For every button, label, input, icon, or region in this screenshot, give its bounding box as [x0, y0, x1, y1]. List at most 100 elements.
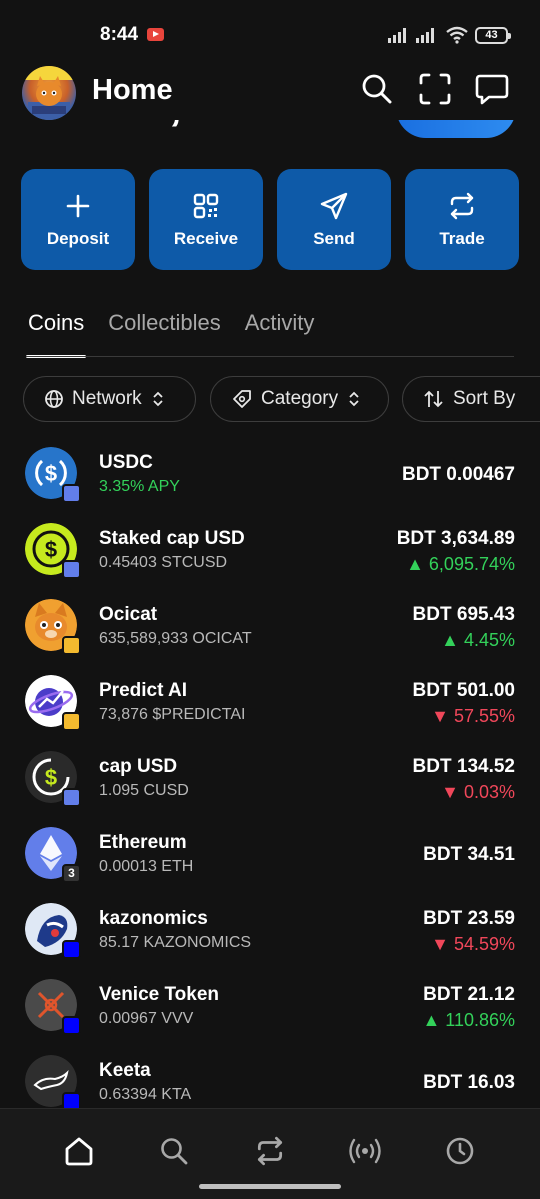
nav-swap[interactable]	[246, 1131, 294, 1171]
nav-search[interactable]	[150, 1131, 198, 1171]
coin-apy: 3.35% APY	[99, 478, 180, 495]
profile-avatar[interactable]	[22, 66, 76, 120]
plus-icon	[66, 194, 90, 217]
coin-row-usdc[interactable]: $ USDC 3.35% APY BDT 0.00467	[0, 436, 540, 512]
base-badge	[62, 940, 81, 959]
coin-value: BDT 16.03	[423, 1072, 515, 1093]
coin-name: Staked cap USD	[99, 528, 245, 549]
coin-amount: 85.17 KAZONOMICS	[99, 934, 252, 951]
coin-amount: 0.00967 VVV	[99, 1010, 194, 1027]
triangle-down-icon: ▼	[431, 934, 454, 954]
globe-icon	[45, 390, 63, 408]
coin-change-value: 54.59%	[453, 934, 515, 954]
coin-row-ocicat[interactable]: Ocicat 635,589,933 OCICAT BDT 695.43 ▲ 4…	[0, 588, 540, 664]
deposit-label: Deposit	[46, 228, 110, 248]
coin-value: BDT 3,634.89	[396, 528, 515, 549]
coin-name: kazonomics	[99, 908, 208, 929]
page-title: Home	[92, 74, 173, 106]
status-time: 8:44	[100, 24, 139, 45]
ethereum-badge	[62, 484, 81, 503]
nav-history[interactable]	[436, 1131, 484, 1171]
coin-name: USDC	[99, 452, 153, 473]
coin-change-value: 6,095.74%	[428, 554, 515, 574]
home-indicator[interactable]	[199, 1184, 341, 1189]
coin-amount: 635,589,933 OCICAT	[99, 630, 252, 647]
bnb-badge	[62, 636, 81, 655]
coin-name: Predict AI	[99, 680, 187, 701]
chevron-updown-icon	[349, 391, 359, 407]
receive-label: Receive	[173, 228, 239, 248]
coin-amount: 0.63394 KTA	[99, 1086, 192, 1103]
send-button[interactable]: Send	[277, 169, 391, 270]
signal-icon-2	[416, 28, 434, 43]
tab-coins[interactable]: Coins	[25, 310, 87, 358]
coin-change-value: 110.86%	[445, 1010, 515, 1030]
tabs-divider	[26, 356, 514, 357]
coin-amount: 0.45403 STCUSD	[99, 554, 228, 571]
coin-value: BDT 695.43	[412, 604, 515, 625]
search-icon[interactable]	[360, 72, 394, 106]
tab-activity[interactable]: Activity	[245, 310, 315, 358]
coin-name: Keeta	[99, 1060, 151, 1081]
sort-by-filter-label: Sort By	[453, 388, 516, 409]
balance-peek: BDT 5,376.07	[20, 118, 343, 140]
coin-list: $ USDC 3.35% APY BDT 0.00467 $ Staked ca…	[0, 436, 540, 1108]
triangle-up-icon: ▲	[441, 630, 464, 650]
youtube-notification-icon	[147, 28, 164, 41]
tag-icon	[233, 390, 251, 408]
battery-indicator: 43	[475, 27, 511, 44]
coin-row-staked-cap-usd[interactable]: $ Staked cap USD 0.45403 STCUSD BDT 3,63…	[0, 512, 540, 588]
status-bar: 8:44 43	[0, 0, 540, 60]
broadcast-icon	[349, 1138, 381, 1164]
network-filter[interactable]: Network	[23, 376, 196, 422]
category-filter[interactable]: Category	[210, 376, 389, 422]
sort-by-filter[interactable]: Sort By	[402, 376, 540, 422]
action-buttons: Deposit Receive Send Trade	[21, 169, 519, 270]
coin-value: BDT 21.12	[423, 984, 515, 1005]
ethereum-badge	[62, 560, 81, 579]
buy-button-peek[interactable]	[396, 118, 516, 140]
coin-row-predict-ai[interactable]: Predict AI 73,876 $PREDICTAI BDT 501.00 …	[0, 664, 540, 740]
coin-row-keeta[interactable]: Keeta 0.63394 KTA BDT 16.03	[0, 1044, 540, 1108]
app-header: Home	[0, 62, 540, 120]
coin-change: ▲ 4.45%	[441, 630, 515, 651]
chain-count-badge: 3	[62, 864, 81, 883]
cat-avatar-icon	[22, 66, 76, 120]
search-icon	[161, 1138, 188, 1165]
swap-icon	[257, 1136, 283, 1166]
qr-code-icon	[193, 193, 219, 218]
category-filter-label: Category	[261, 388, 339, 409]
signal-icon	[388, 28, 406, 43]
coin-row-ethereum[interactable]: 3 Ethereum 0.00013 ETH BDT 34.51	[0, 816, 540, 892]
svg-text:$: $	[45, 537, 57, 562]
tab-collectibles[interactable]: Collectibles	[108, 310, 221, 358]
filter-bar: Network Category Sort By	[23, 376, 540, 423]
coin-name: cap USD	[99, 756, 178, 777]
trade-label: Trade	[439, 228, 485, 248]
chat-icon[interactable]	[475, 72, 509, 106]
nav-broadcast[interactable]	[341, 1131, 389, 1171]
send-label: Send	[313, 228, 355, 248]
receive-button[interactable]: Receive	[149, 169, 263, 270]
coin-amount: 1.095 CUSD	[99, 782, 189, 799]
home-icon	[65, 1137, 93, 1166]
coin-value: BDT 501.00	[412, 680, 515, 701]
history-icon	[446, 1137, 474, 1165]
triangle-down-icon: ▼	[441, 782, 464, 802]
nav-home[interactable]	[55, 1131, 103, 1171]
base-badge	[62, 1092, 81, 1108]
bnb-badge	[62, 712, 81, 731]
scan-icon[interactable]	[418, 72, 452, 106]
wifi-icon	[446, 26, 468, 44]
svg-text:$: $	[45, 461, 57, 486]
coin-row-cap-usd[interactable]: $ cap USD 1.095 CUSD BDT 134.52 ▼ 0.03%	[0, 740, 540, 816]
trade-button[interactable]: Trade	[405, 169, 519, 270]
coin-change: ▲ 6,095.74%	[406, 554, 515, 575]
base-badge	[62, 1016, 81, 1035]
coin-change: ▲ 110.86%	[422, 1010, 515, 1031]
sort-icon	[424, 390, 443, 408]
coin-row-venice-token[interactable]: Venice Token 0.00967 VVV BDT 21.12 ▲ 110…	[0, 968, 540, 1044]
deposit-button[interactable]: Deposit	[21, 169, 135, 270]
coin-change-value: 0.03%	[463, 782, 515, 802]
coin-row-kazonomics[interactable]: kazonomics 85.17 KAZONOMICS BDT 23.59 ▼ …	[0, 892, 540, 968]
